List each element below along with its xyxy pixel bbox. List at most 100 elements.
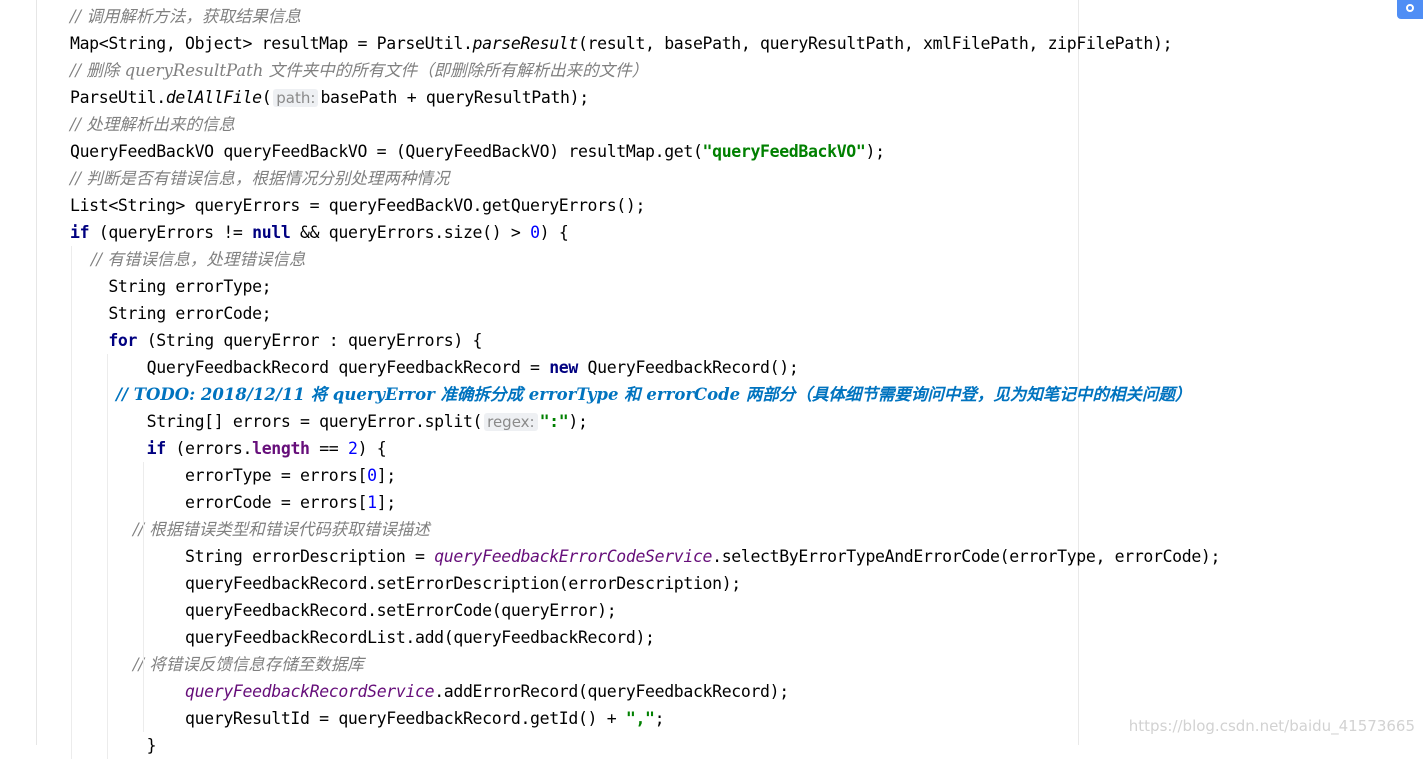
code-line[interactable]: Map<String, Object> resultMap = ParseUti… bbox=[70, 30, 1173, 57]
code-token: if bbox=[70, 223, 90, 242]
code-token: "queryFeedBackVO" bbox=[702, 142, 866, 161]
code-line[interactable]: queryFeedbackRecordService.addErrorRecor… bbox=[70, 678, 789, 705]
code-line[interactable]: queryFeedbackRecord.setErrorDescription(… bbox=[70, 570, 741, 597]
code-token: // 删除 queryResultPath 文件夹中的所有文件（即删除所有解析出… bbox=[70, 61, 649, 80]
code-line[interactable]: String errorCode; bbox=[70, 300, 271, 327]
code-token: ]; bbox=[376, 493, 397, 512]
code-token: (result, basePath, queryResultPath, xmlF… bbox=[577, 34, 1173, 53]
code-token: ParseUtil. bbox=[70, 88, 166, 107]
code-token: queryFeedbackRecordList.add(queryFeedbac… bbox=[70, 628, 655, 647]
code-token: 1 bbox=[367, 493, 377, 512]
code-line[interactable]: // 有错误信息，处理错误信息 bbox=[70, 246, 305, 273]
parameter-hint: path: bbox=[273, 89, 319, 107]
code-token: QueryFeedBackVO queryFeedBackVO = (Query… bbox=[70, 142, 703, 161]
code-line[interactable]: String[] errors = queryError.split(regex… bbox=[70, 408, 588, 435]
code-token: parseResult bbox=[472, 34, 579, 53]
code-token: ) { bbox=[539, 223, 569, 242]
code-token: (errors. bbox=[165, 439, 253, 458]
code-token: String errorDescription = bbox=[70, 547, 435, 566]
code-line[interactable]: // TODO: 2018/12/11 将 queryError 准确拆分成 e… bbox=[70, 381, 1191, 408]
code-token: .selectByErrorTypeAndErrorCode(errorType… bbox=[712, 547, 1221, 566]
code-token: // TODO: 2018/12/11 将 queryError 准确拆分成 e… bbox=[70, 385, 1192, 404]
indent-guide bbox=[107, 354, 108, 759]
right-margin-guide bbox=[1078, 0, 1079, 745]
code-token: && queryErrors.size() > bbox=[290, 223, 531, 242]
code-token: // 调用解析方法，获取结果信息 bbox=[70, 7, 301, 26]
code-token: "," bbox=[625, 709, 655, 728]
code-token: errorCode = errors[ bbox=[70, 493, 368, 512]
code-line[interactable]: for (String queryError : queryErrors) { bbox=[70, 327, 482, 354]
code-line[interactable]: if (errors.length == 2) { bbox=[70, 435, 387, 462]
gutter-divider bbox=[36, 0, 37, 745]
corner-badge-icon[interactable] bbox=[1397, 0, 1423, 19]
code-token: Map<String, Object> resultMap = ParseUti… bbox=[70, 34, 473, 53]
code-token: ; bbox=[654, 709, 665, 728]
code-token: String errorType; bbox=[70, 277, 272, 296]
code-token: length bbox=[252, 439, 310, 458]
code-editor[interactable]: // 调用解析方法，获取结果信息 Map<String, Object> resu… bbox=[0, 0, 1423, 759]
code-line[interactable]: queryFeedbackRecord.setErrorCode(queryEr… bbox=[70, 597, 617, 624]
code-token: // 根据错误类型和错误代码获取错误描述 bbox=[70, 520, 430, 539]
code-line[interactable]: String errorDescription = queryFeedbackE… bbox=[70, 543, 1220, 570]
code-line[interactable]: errorCode = errors[1]; bbox=[70, 489, 396, 516]
code-line[interactable]: // 调用解析方法，获取结果信息 bbox=[70, 3, 301, 30]
code-token: null bbox=[252, 223, 291, 242]
code-token: queryResultId = queryFeedbackRecord.getI… bbox=[70, 709, 626, 728]
code-token: 0 bbox=[367, 466, 377, 485]
code-token: // 判断是否有错误信息，根据情况分别处理两种情况 bbox=[70, 169, 450, 188]
code-token: List<String> queryErrors = queryFeedBack… bbox=[70, 196, 646, 215]
code-token: errorType = errors[ bbox=[70, 466, 368, 485]
code-line[interactable]: // 根据错误类型和错误代码获取错误描述 bbox=[70, 516, 430, 543]
code-token: basePath + queryResultPath); bbox=[320, 88, 589, 107]
parameter-hint: regex: bbox=[484, 413, 538, 431]
code-token: ":" bbox=[539, 412, 569, 431]
code-token: // 有错误信息，处理错误信息 bbox=[70, 250, 306, 269]
code-token: queryFeedbackErrorCodeService bbox=[434, 547, 713, 566]
code-token: queryFeedbackRecord.setErrorDescription(… bbox=[70, 574, 741, 593]
code-token: ]; bbox=[376, 466, 397, 485]
code-line[interactable]: queryResultId = queryFeedbackRecord.getI… bbox=[70, 705, 665, 732]
code-token: 2 bbox=[347, 439, 358, 458]
code-line[interactable]: // 删除 queryResultPath 文件夹中的所有文件（即删除所有解析出… bbox=[70, 57, 648, 84]
code-token: .addErrorRecord(queryFeedbackRecord); bbox=[434, 682, 789, 701]
code-line[interactable]: QueryFeedbackRecord queryFeedbackRecord … bbox=[70, 354, 799, 381]
code-token: QueryFeedbackRecord(); bbox=[577, 358, 799, 377]
code-token: String errorCode; bbox=[70, 304, 272, 323]
code-token: ) { bbox=[357, 439, 387, 458]
code-token: } bbox=[70, 736, 157, 755]
code-line[interactable]: List<String> queryErrors = queryFeedBack… bbox=[70, 192, 645, 219]
code-token: ); bbox=[568, 412, 588, 431]
indent-guide bbox=[143, 462, 144, 732]
code-token: queryFeedbackRecordService bbox=[185, 682, 435, 701]
code-line[interactable]: if (queryErrors != null && queryErrors.s… bbox=[70, 219, 569, 246]
code-line[interactable]: String errorType; bbox=[70, 273, 271, 300]
code-line[interactable]: ParseUtil.delAllFile(path: basePath + que… bbox=[70, 84, 589, 111]
code-token: == bbox=[309, 439, 348, 458]
code-token: new bbox=[549, 358, 578, 377]
code-token: String[] errors = queryError.split( bbox=[70, 412, 483, 431]
code-token: (String queryError : queryErrors) { bbox=[137, 331, 483, 350]
code-token: (queryErrors != bbox=[89, 223, 253, 242]
code-token: QueryFeedbackRecord queryFeedbackRecord … bbox=[70, 358, 550, 377]
code-token: for bbox=[108, 331, 138, 350]
code-token: // 将错误反馈信息存储至数据库 bbox=[70, 655, 364, 674]
code-line[interactable]: QueryFeedBackVO queryFeedBackVO = (Query… bbox=[70, 138, 885, 165]
code-token: ( bbox=[261, 88, 272, 107]
watermark-text: https://blog.csdn.net/baidu_41573665 bbox=[1128, 717, 1415, 735]
code-line[interactable]: errorType = errors[0]; bbox=[70, 462, 396, 489]
code-token: delAllFile bbox=[165, 88, 262, 107]
code-line[interactable]: // 判断是否有错误信息，根据情况分别处理两种情况 bbox=[70, 165, 449, 192]
code-token: ); bbox=[865, 142, 885, 161]
code-token: 0 bbox=[530, 223, 540, 242]
code-token: queryFeedbackRecord.setErrorCode(queryEr… bbox=[70, 601, 617, 620]
indent-guide bbox=[71, 246, 72, 759]
code-line[interactable]: // 将错误反馈信息存储至数据库 bbox=[70, 651, 364, 678]
code-line[interactable]: } bbox=[70, 732, 157, 759]
code-token: // 处理解析出来的信息 bbox=[70, 115, 235, 134]
code-line[interactable]: queryFeedbackRecordList.add(queryFeedbac… bbox=[70, 624, 655, 651]
code-line[interactable]: // 处理解析出来的信息 bbox=[70, 111, 235, 138]
code-token: if bbox=[146, 439, 167, 458]
